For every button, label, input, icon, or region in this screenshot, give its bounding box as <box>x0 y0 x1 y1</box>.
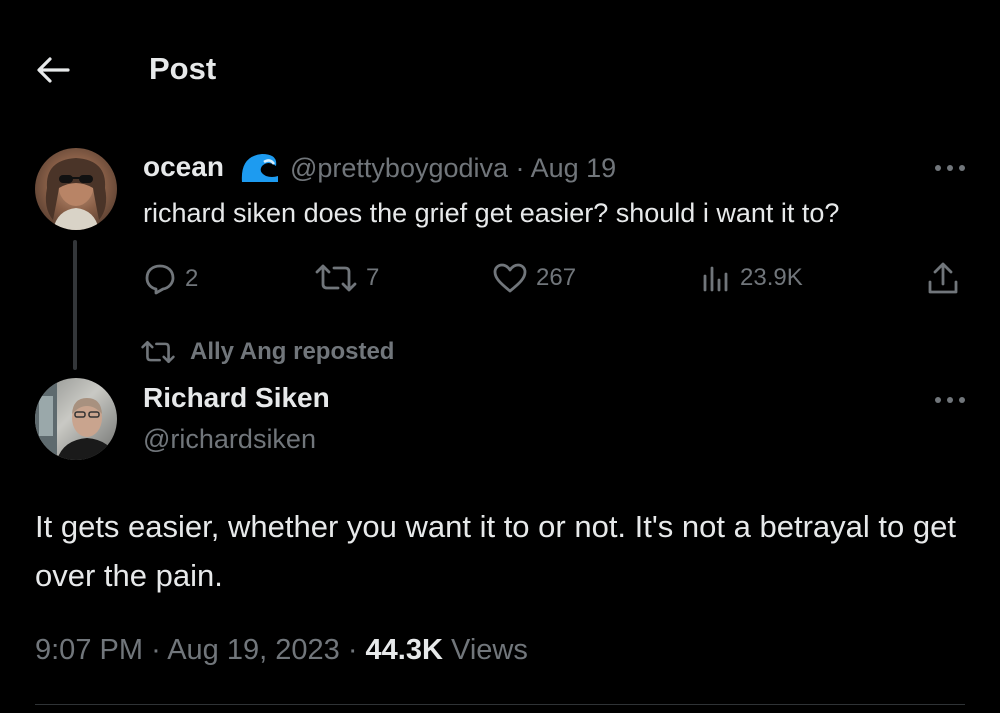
reply-date: Aug 19 <box>530 153 617 183</box>
reply-author-handle[interactable]: @prettyboygodiva · Aug 19 <box>290 153 616 184</box>
reply-count: 2 <box>185 265 199 292</box>
avatar[interactable] <box>35 378 117 460</box>
tweet-views-count: 44.3K <box>365 634 443 666</box>
like-button[interactable]: 267 <box>492 262 576 294</box>
views-count: 23.9K <box>740 264 803 291</box>
tweet-metadata: 9:07 PM · Aug 19, 2023 · 44.3K Views <box>35 634 528 666</box>
reply-icon <box>145 264 175 295</box>
more-button[interactable] <box>930 387 970 413</box>
like-icon <box>493 263 527 293</box>
main-tweet-text: It gets easier, whether you want it to o… <box>35 509 956 593</box>
reply-button[interactable]: 2 <box>143 262 198 296</box>
main-author-handle[interactable]: @richardsiken <box>143 424 316 455</box>
avatar[interactable] <box>35 148 117 230</box>
page-title: Post <box>149 51 217 86</box>
wave-icon <box>238 150 280 186</box>
back-arrow-icon <box>37 57 70 83</box>
views-button[interactable]: 23.9K <box>700 262 803 294</box>
share-button[interactable] <box>926 260 960 296</box>
repost-icon <box>315 264 357 292</box>
repost-count: 7 <box>366 264 380 291</box>
reply-author-name[interactable]: ocean <box>143 151 224 183</box>
repost-icon <box>141 340 175 364</box>
tweet-time[interactable]: 9:07 PM <box>35 634 143 666</box>
tweet-date[interactable]: Aug 19, 2023 <box>167 634 340 666</box>
main-author-name[interactable]: Richard Siken <box>143 382 330 414</box>
thread-line <box>73 240 77 370</box>
back-button[interactable] <box>30 50 76 90</box>
more-icon <box>935 165 965 171</box>
share-icon <box>928 262 958 294</box>
divider <box>35 704 965 705</box>
more-icon <box>935 397 965 403</box>
reply-tweet-text: richard siken does the grief get easier?… <box>143 198 840 228</box>
like-count: 267 <box>536 264 577 291</box>
tweet-views-label: Views <box>451 634 528 666</box>
repost-context[interactable]: Ally Ang reposted <box>140 338 394 366</box>
repost-context-label: Ally Ang reposted <box>190 338 395 365</box>
repost-button[interactable]: 7 <box>314 262 379 294</box>
more-button[interactable] <box>930 155 970 181</box>
views-icon <box>703 266 728 292</box>
